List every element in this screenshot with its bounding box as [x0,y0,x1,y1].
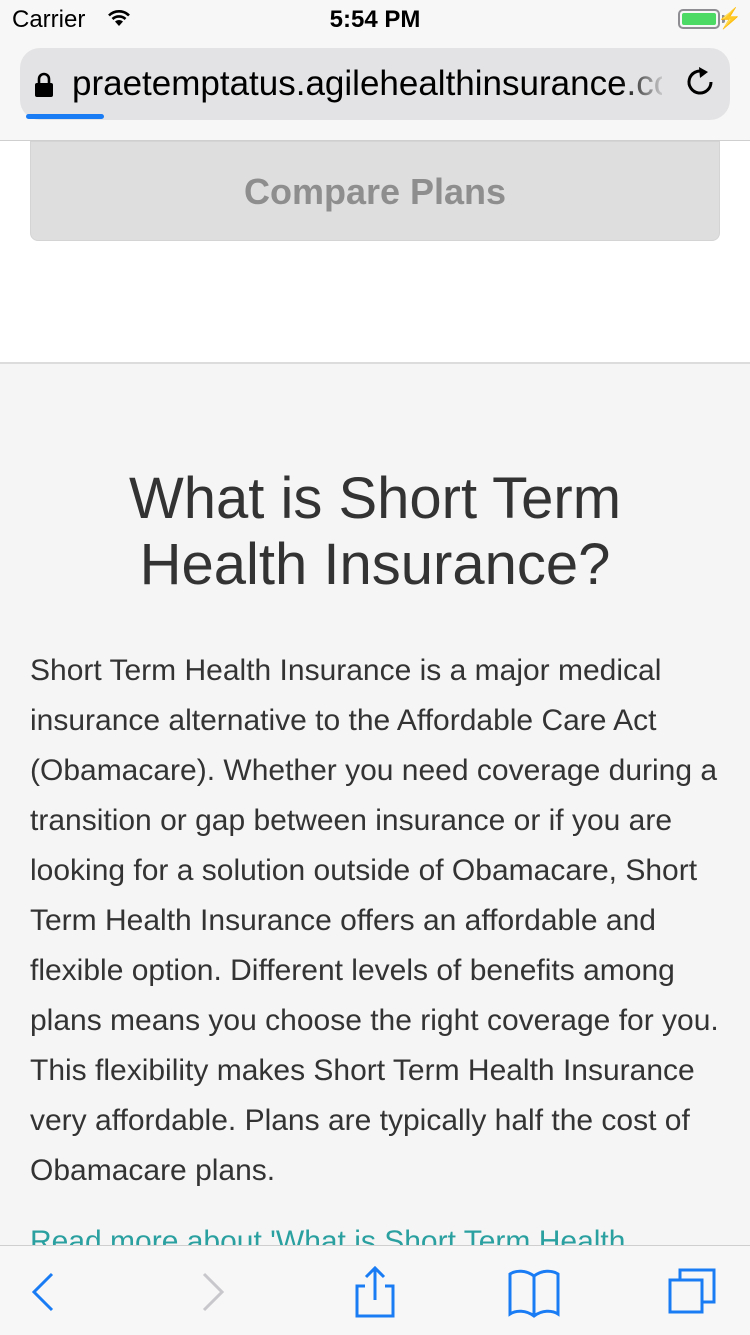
address-bar[interactable]: praetemptatus.agilehealthinsurance.com [20,48,730,120]
compare-plans-button[interactable]: Compare Plans [30,141,720,241]
browser-address-area: praetemptatus.agilehealthinsurance.com [0,40,750,141]
url-text[interactable]: praetemptatus.agilehealthinsurance.com [72,60,662,108]
heading-line-2: Health Insurance? [139,532,611,597]
read-more-link[interactable]: Read more about 'What is Short Term Heal… [30,1222,720,1246]
article-paragraph: Short Term Health Insurance is a major m… [30,654,719,1187]
status-time: 5:54 PM [329,6,421,33]
forward-icon[interactable] [184,1264,240,1320]
charging-icon: ⚡ [717,8,742,30]
heading-line-1: What is Short Term [128,466,622,531]
tabs-icon[interactable] [666,1264,722,1320]
compare-section: Compare Plans [0,141,750,364]
read-more-link-container: Read more about 'What is Short Term Heal… [30,1222,720,1246]
page-load-progress [26,114,104,119]
browser-toolbar [0,1245,750,1335]
reload-icon[interactable] [682,64,718,100]
bookmarks-icon[interactable] [506,1264,562,1320]
article-section: What is Short Term Health Insurance? Sho… [30,466,720,1196]
status-bar: Carrier 5:54 PM ⚡ [0,0,750,40]
share-icon[interactable] [347,1264,403,1320]
article-heading: What is Short Term Health Insurance? [30,466,720,598]
url-fade [620,58,668,110]
lock-icon [35,72,53,97]
back-icon[interactable] [14,1264,70,1320]
battery-icon [678,9,720,29]
